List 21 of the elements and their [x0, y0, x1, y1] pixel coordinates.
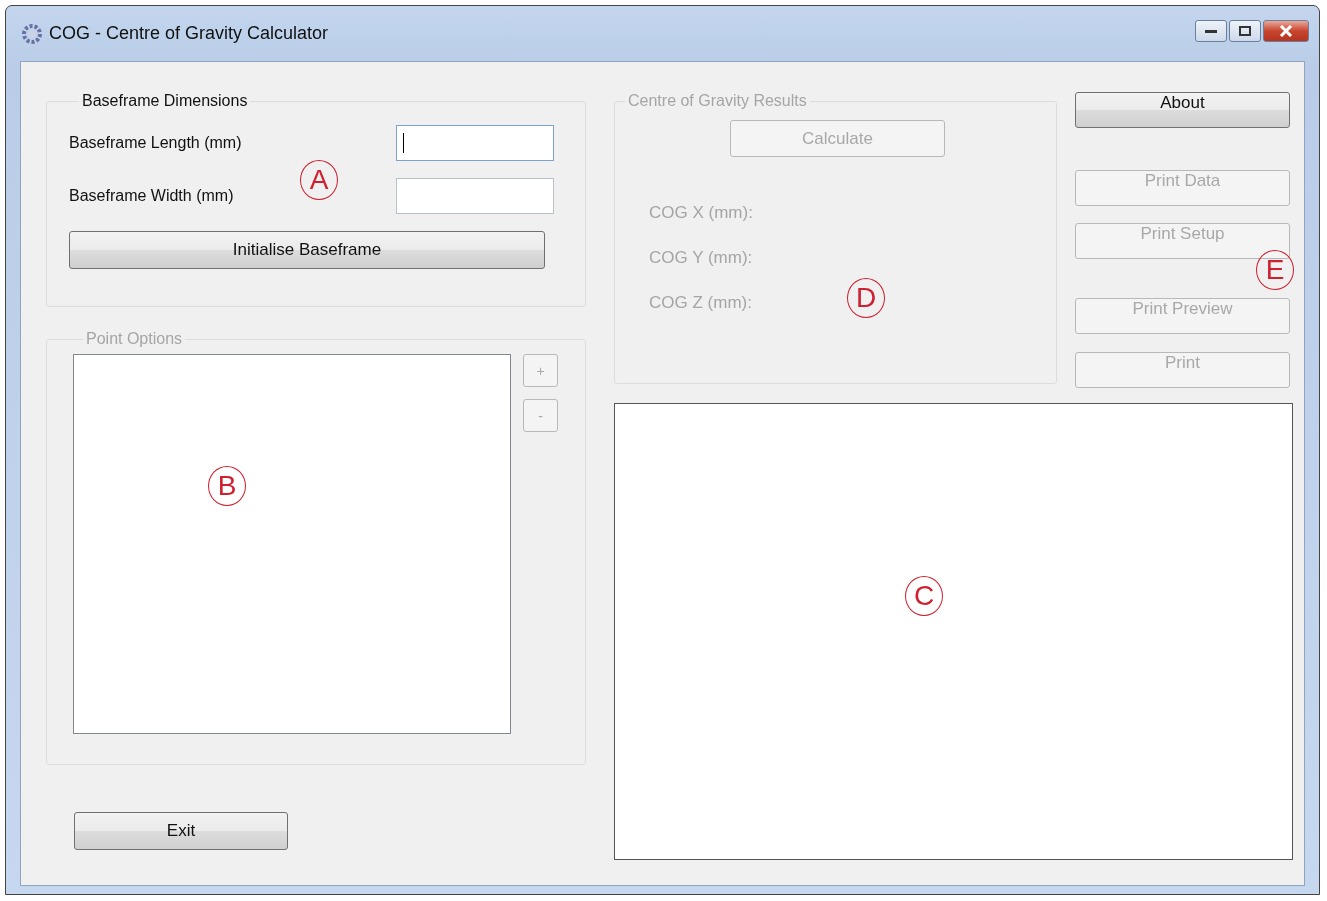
close-button[interactable] — [1263, 20, 1309, 42]
close-icon — [1279, 25, 1293, 37]
init-button[interactable]: Initialise Baseframe — [69, 231, 545, 269]
group-title: Point Options — [85, 330, 184, 348]
side-button[interactable]: About — [1075, 92, 1290, 128]
result-label: COG X (mm): — [649, 203, 753, 223]
minimize-icon — [1205, 28, 1217, 34]
window-title: COG - Centre of Gravity Calculator — [49, 23, 330, 44]
maximize-button[interactable] — [1229, 20, 1261, 42]
result-label: COG Y (mm): — [649, 248, 753, 268]
field-label: Baseframe Length (mm) — [69, 134, 242, 152]
gear-icon — [21, 22, 43, 45]
result-label: COG Z (mm): — [649, 293, 752, 313]
exit-button[interactable]: Exit — [74, 812, 288, 850]
group-title: Centre of Gravity Results — [627, 92, 808, 110]
group-title: Baseframe Dimensions — [81, 92, 249, 110]
maximize-icon — [1239, 26, 1251, 36]
field-label: Baseframe Width (mm) — [69, 186, 234, 205]
input-field[interactable] — [396, 177, 554, 214]
minimize-button[interactable] — [1195, 20, 1227, 42]
input-field[interactable] — [396, 125, 554, 161]
